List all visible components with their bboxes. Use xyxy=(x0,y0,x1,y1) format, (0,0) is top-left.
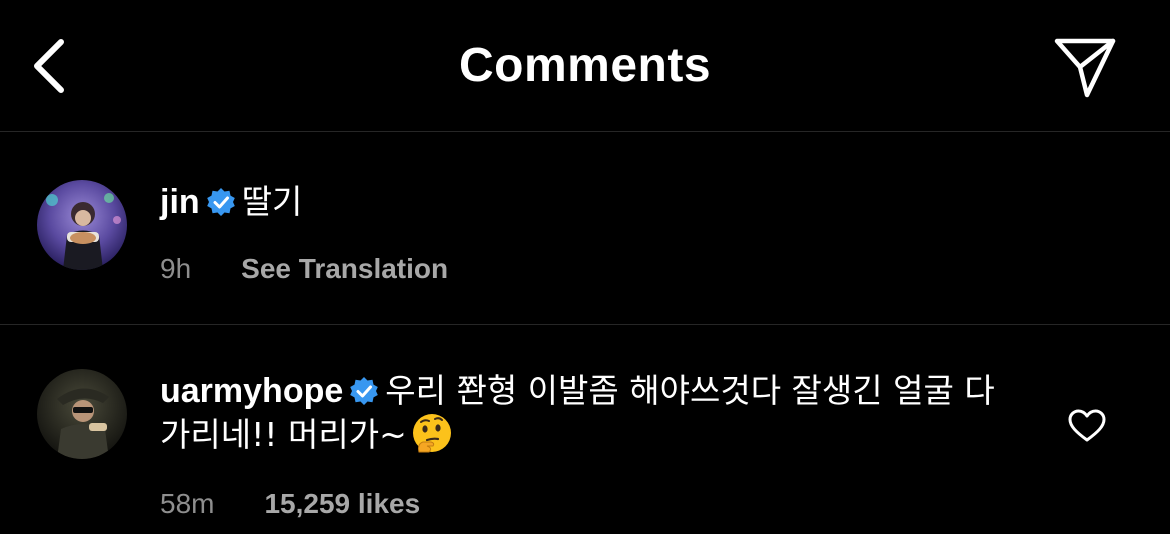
verified-badge-icon xyxy=(206,188,235,216)
comments-header: Comments xyxy=(0,0,1170,132)
comment-timestamp: 9h xyxy=(160,253,192,284)
avatar[interactable] xyxy=(37,369,127,459)
heart-outline-icon xyxy=(1068,409,1106,442)
like-button[interactable] xyxy=(1066,406,1108,446)
verified-badge-icon xyxy=(350,377,379,405)
comment-username[interactable]: uarmyhope xyxy=(160,372,343,410)
see-translation-link[interactable]: See Translation xyxy=(241,253,448,285)
comment-text: 딸기 xyxy=(241,182,303,221)
share-button[interactable] xyxy=(1050,32,1120,102)
comment-item: jin 딸기 9h See Translation xyxy=(0,133,1170,325)
comment-username[interactable]: jin xyxy=(160,183,200,221)
avatar[interactable] xyxy=(37,180,127,270)
comment-timestamp: 58m xyxy=(160,488,215,519)
comment-item: uarmyhope 우리 쫜형 이발좀 해야쓰것다 잘생긴 얼굴 다 가리네!!… xyxy=(0,326,1170,534)
paper-plane-icon xyxy=(1054,38,1116,98)
thinking-face-emoji-icon xyxy=(412,414,451,453)
page-title: Comments xyxy=(458,39,712,92)
likes-count[interactable]: 15,259 likes xyxy=(264,488,420,520)
